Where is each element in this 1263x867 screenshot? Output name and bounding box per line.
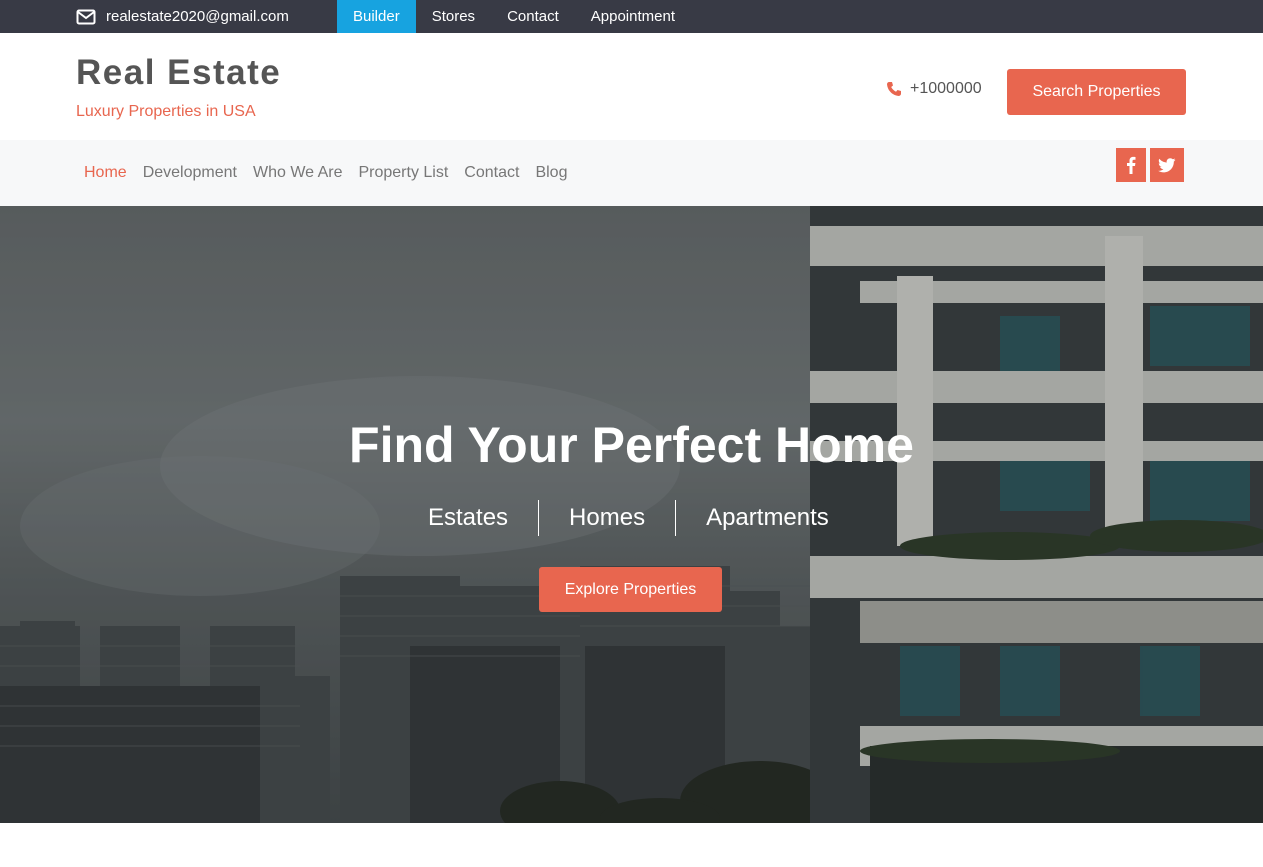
nav-item-home[interactable]: Home bbox=[76, 164, 135, 182]
top-link-appointment[interactable]: Appointment bbox=[575, 0, 691, 33]
nav-item-contact[interactable]: Contact bbox=[456, 164, 527, 182]
phone-icon bbox=[887, 82, 901, 96]
explore-properties-button[interactable]: Explore Properties bbox=[539, 567, 722, 612]
top-nav: Builder Stores Contact Appointment bbox=[337, 0, 691, 33]
top-link-builder[interactable]: Builder bbox=[337, 0, 416, 33]
phone-contact[interactable]: +1000000 bbox=[886, 80, 982, 98]
nav-item-blog[interactable]: Blog bbox=[527, 164, 575, 182]
phone-number: +1000000 bbox=[910, 80, 982, 97]
facebook-icon bbox=[1127, 156, 1136, 174]
nav-menu: Home Development Who We Are Property Lis… bbox=[76, 140, 575, 206]
property-types: Estates Homes Apartments bbox=[398, 500, 859, 536]
facebook-button[interactable] bbox=[1116, 148, 1146, 182]
site-tagline: Luxury Properties in USA bbox=[76, 103, 256, 120]
nav-item-development[interactable]: Development bbox=[135, 164, 245, 182]
site-title[interactable]: Real Estate bbox=[76, 53, 281, 93]
hero-title: Find Your Perfect Home bbox=[349, 417, 914, 473]
search-properties-button[interactable]: Search Properties bbox=[1007, 69, 1186, 115]
property-type-homes: Homes bbox=[538, 500, 675, 536]
top-link-contact[interactable]: Contact bbox=[491, 0, 575, 33]
property-type-apartments: Apartments bbox=[675, 500, 859, 536]
main-nav: Home Development Who We Are Property Lis… bbox=[0, 140, 1263, 206]
twitter-button[interactable] bbox=[1150, 148, 1184, 182]
property-type-estates: Estates bbox=[428, 504, 509, 531]
hero-content: Find Your Perfect Home Estates Homes Apa… bbox=[0, 206, 1263, 823]
social-links bbox=[1116, 148, 1184, 182]
twitter-icon bbox=[1158, 157, 1176, 172]
hero-section: Find Your Perfect Home Estates Homes Apa… bbox=[0, 206, 1263, 823]
envelope-icon bbox=[76, 9, 96, 24]
top-bar: realestate2020@gmail.com Builder Stores … bbox=[0, 0, 1263, 33]
top-link-stores[interactable]: Stores bbox=[416, 0, 491, 33]
nav-item-who-we-are[interactable]: Who We Are bbox=[245, 164, 351, 182]
email-text: realestate2020@gmail.com bbox=[106, 8, 289, 25]
email-contact[interactable]: realestate2020@gmail.com bbox=[76, 0, 289, 33]
nav-item-property-list[interactable]: Property List bbox=[350, 164, 456, 182]
site-header: Real Estate Luxury Properties in USA +10… bbox=[0, 33, 1263, 140]
